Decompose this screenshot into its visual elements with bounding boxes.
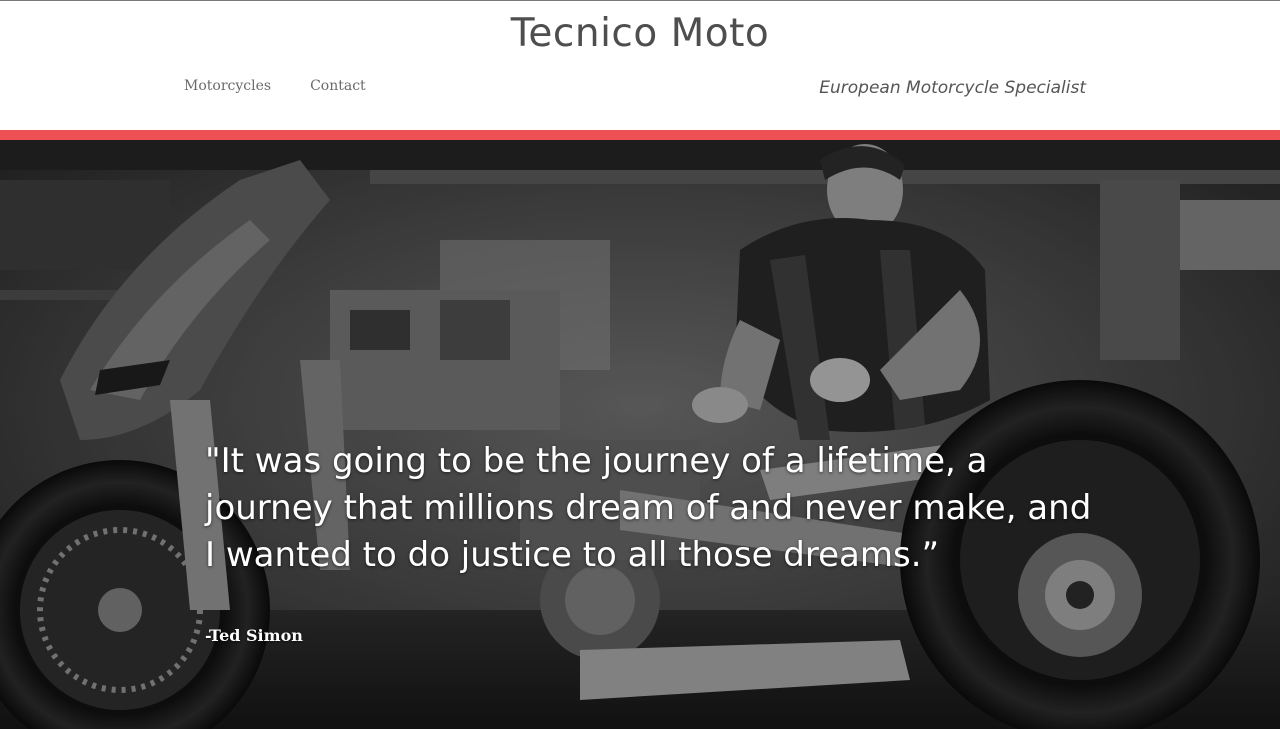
quote-author: -Ted Simon	[205, 626, 303, 645]
main-nav: Motorcycles Contact	[184, 78, 366, 94]
hero-banner: "It was going to be the journey of a lif…	[0, 140, 1280, 729]
page: Tecnico Moto Motorcycles Contact Europea…	[0, 0, 1280, 729]
hero-quote: "It was going to be the journey of a lif…	[205, 441, 1092, 575]
hero-photo	[0, 140, 1280, 729]
nav-item-motorcycles[interactable]: Motorcycles	[184, 78, 271, 94]
nav-item-contact[interactable]: Contact	[310, 78, 366, 94]
site-title[interactable]: Tecnico Moto	[0, 11, 1280, 56]
accent-bar	[0, 130, 1280, 140]
site-tagline: European Motorcycle Specialist	[819, 78, 1086, 98]
site-header: Tecnico Moto Motorcycles Contact Europea…	[0, 1, 1280, 131]
